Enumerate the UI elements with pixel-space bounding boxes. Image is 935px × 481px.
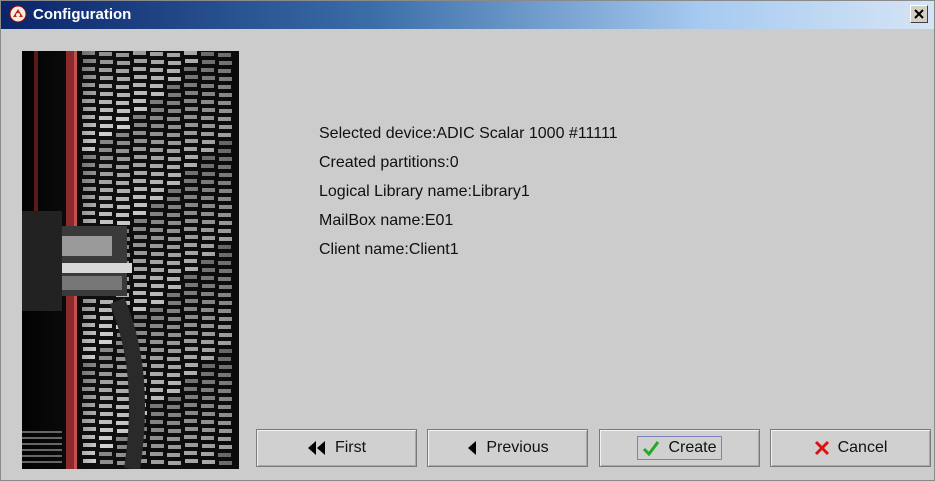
create-button-label: Create bbox=[668, 439, 717, 456]
first-button[interactable]: First bbox=[256, 429, 417, 467]
previous-button[interactable]: Previous bbox=[427, 429, 588, 467]
mailbox-name-text: MailBox name:E01 bbox=[319, 212, 454, 229]
client-name-text: Client name:Client1 bbox=[319, 241, 459, 258]
created-partitions-text: Created partitions:0 bbox=[319, 154, 459, 171]
close-icon bbox=[914, 9, 924, 19]
left-arrow-icon bbox=[466, 440, 478, 456]
tape-library-photo bbox=[22, 51, 239, 469]
summary-panel: Selected device:ADIC Scalar 1000 #11111 … bbox=[319, 123, 618, 268]
create-focus-ring: Create bbox=[637, 436, 722, 460]
close-button[interactable] bbox=[910, 5, 928, 23]
create-button[interactable]: Create bbox=[599, 429, 760, 467]
x-icon bbox=[814, 440, 830, 456]
previous-button-label: Previous bbox=[486, 439, 549, 456]
checkmark-icon bbox=[642, 440, 660, 456]
cancel-button[interactable]: Cancel bbox=[770, 429, 931, 467]
first-button-label: First bbox=[334, 439, 367, 456]
logical-library-name-text: Logical Library name:Library1 bbox=[319, 183, 530, 200]
configuration-window: Configuration Selected device:ADIC Scala… bbox=[0, 0, 935, 481]
double-left-arrow-icon bbox=[307, 440, 327, 456]
window-title: Configuration bbox=[33, 6, 132, 23]
cancel-button-label: Cancel bbox=[837, 439, 888, 456]
selected-device-text: Selected device:ADIC Scalar 1000 #11111 bbox=[319, 125, 618, 142]
title-bar[interactable]: Configuration bbox=[1, 1, 934, 29]
app-icon bbox=[9, 5, 27, 23]
